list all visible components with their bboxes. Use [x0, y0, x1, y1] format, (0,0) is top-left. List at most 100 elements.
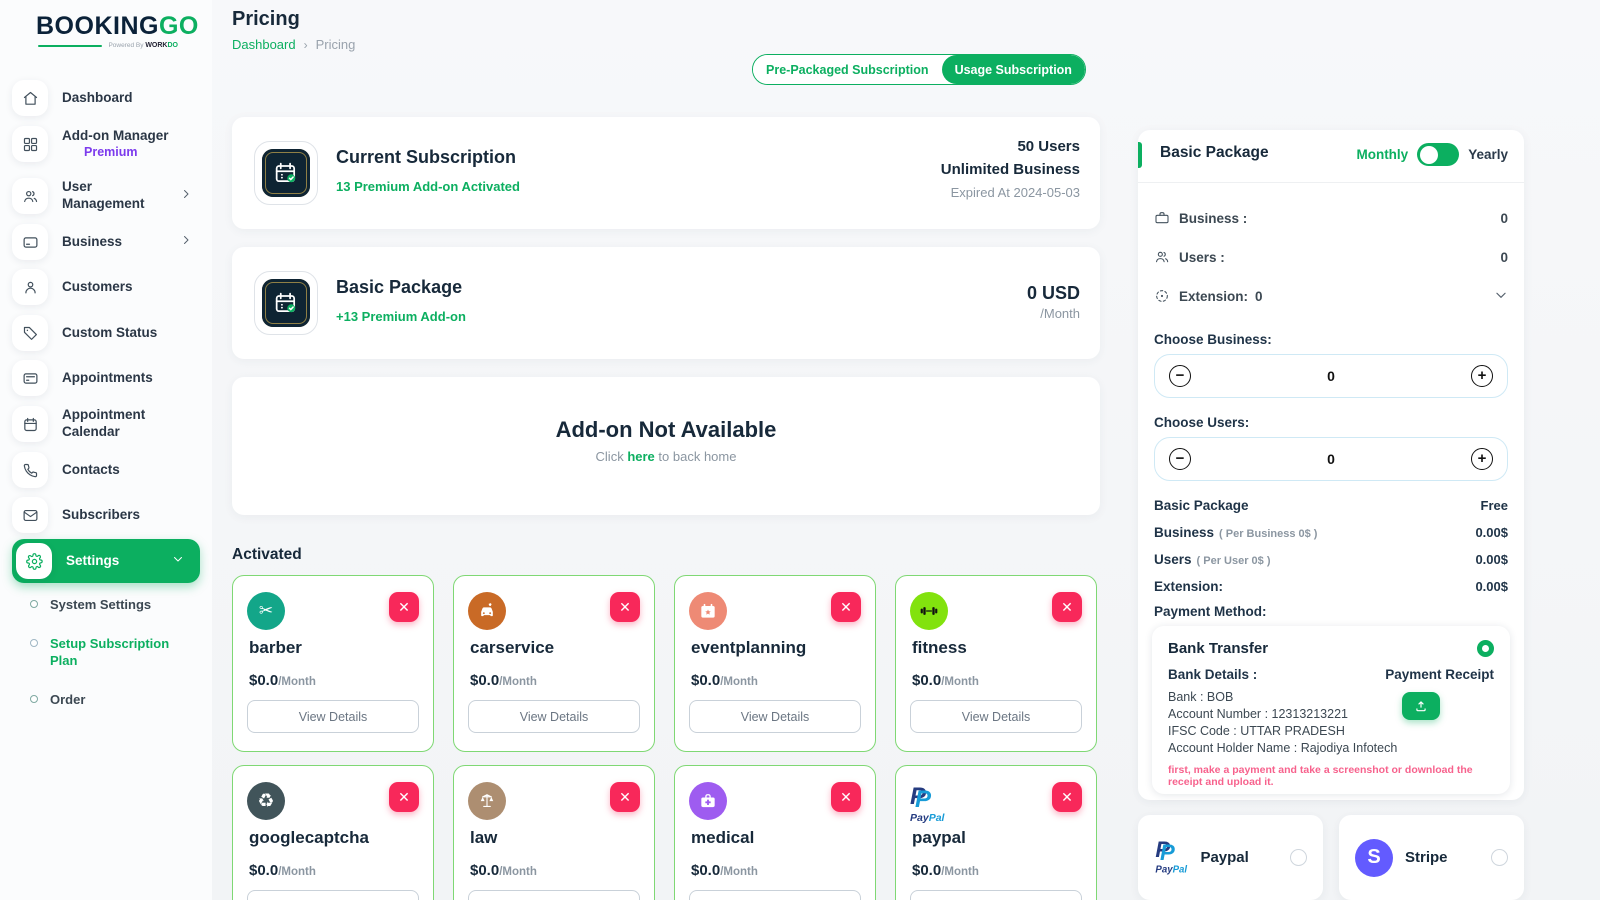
- google-captcha-icon: ♻: [247, 782, 285, 820]
- users-stepper: − 0 +: [1154, 437, 1508, 481]
- close-icon: ✕: [398, 790, 410, 804]
- minus-button[interactable]: −: [1169, 365, 1191, 387]
- remove-addon-button[interactable]: ✕: [1052, 782, 1082, 812]
- expiry-date: Expired At 2024-05-03: [941, 181, 1080, 204]
- sidebar-item-custom-status[interactable]: Custom Status: [12, 315, 200, 351]
- phone-icon: [12, 452, 48, 488]
- monthly-label: Monthly: [1356, 147, 1408, 162]
- sidebar-item-user-management[interactable]: User Management: [12, 178, 200, 214]
- bullet-icon: [30, 695, 38, 703]
- view-details-button[interactable]: View Details: [910, 700, 1082, 733]
- sidebar-item-business[interactable]: Business: [12, 224, 200, 260]
- brand-logo[interactable]: BOOKINGGO: [36, 12, 199, 41]
- extension-row[interactable]: Extension: 0: [1154, 286, 1508, 306]
- remove-addon-button[interactable]: ✕: [610, 592, 640, 622]
- view-details-button[interactable]: View Details: [910, 890, 1082, 900]
- sidebar-subitem-system-settings[interactable]: System Settings: [30, 597, 200, 614]
- addon-price: $0.0: [249, 862, 278, 879]
- toggle-knob: [1420, 146, 1438, 164]
- remove-addon-button[interactable]: ✕: [831, 782, 861, 812]
- sidebar-item-settings[interactable]: Settings: [12, 539, 200, 583]
- car-service-icon: [468, 592, 506, 630]
- tag-icon: [12, 315, 48, 351]
- event-planning-icon: [689, 592, 727, 630]
- premium-badge: Premium: [62, 145, 169, 161]
- remove-addon-button[interactable]: ✕: [389, 592, 419, 622]
- addon-period: /Month: [720, 676, 758, 688]
- sidebar-subitem-label: Setup Subscription Plan: [50, 636, 170, 670]
- sidebar-subitem-order[interactable]: Order: [30, 692, 200, 709]
- bank-details-lines: Bank : BOB Account Number : 12313213221 …: [1168, 689, 1408, 757]
- appointments-icon: [12, 360, 48, 396]
- remove-addon-button[interactable]: ✕: [831, 592, 861, 622]
- bullet-icon: [30, 600, 38, 608]
- view-details-button[interactable]: View Details: [468, 890, 640, 900]
- sidebar-item-label: Custom Status: [62, 325, 157, 342]
- users-icon: [12, 178, 48, 214]
- yearly-label: Yearly: [1468, 147, 1508, 162]
- sidebar-item-customers[interactable]: Customers: [12, 269, 200, 305]
- view-details-button[interactable]: View Details: [247, 700, 419, 733]
- close-icon: ✕: [840, 790, 852, 804]
- sidebar-item-dashboard[interactable]: Dashboard: [12, 80, 200, 116]
- paypal-radio[interactable]: [1290, 849, 1307, 866]
- payment-receipt-label: Payment Receipt: [1385, 667, 1494, 682]
- remove-addon-button[interactable]: ✕: [389, 782, 419, 812]
- bullet-icon: [30, 639, 38, 647]
- addon-name: barber: [249, 638, 302, 658]
- sidebar-subitem-setup-subscription-plan[interactable]: Setup Subscription Plan: [30, 636, 200, 670]
- breadcrumb-dashboard-link[interactable]: Dashboard: [232, 37, 296, 52]
- bank-transfer-radio[interactable]: [1477, 640, 1494, 657]
- addon-price: $0.0: [691, 862, 720, 879]
- addon-price: $0.0: [691, 672, 720, 689]
- sidebar-item-label: Subscribers: [62, 507, 140, 524]
- paypal-option-label: Paypal: [1200, 849, 1248, 866]
- tab-prepackaged-subscription[interactable]: Pre-Packaged Subscription: [753, 55, 942, 84]
- stripe-radio[interactable]: [1491, 849, 1508, 866]
- powered-brand: WORKDO: [145, 42, 178, 49]
- plus-button[interactable]: +: [1471, 448, 1493, 470]
- medical-icon: [689, 782, 727, 820]
- addon-card-eventplanning: ✕ eventplanning $0.0/Month View Details: [674, 575, 876, 752]
- billing-period-toggle[interactable]: [1417, 143, 1459, 166]
- sidebar-item-label: Appointments: [62, 370, 153, 387]
- sidebar-item-addon-manager[interactable]: Add-on ManagerPremium: [12, 126, 200, 162]
- users-count: 50 Users: [941, 135, 1080, 158]
- current-subscription-meta: 50 Users Unlimited Business Expired At 2…: [941, 135, 1080, 204]
- sidebar-item-contacts[interactable]: Contacts: [12, 452, 200, 488]
- remove-addon-button[interactable]: ✕: [1052, 592, 1082, 622]
- sidebar-item-subscribers[interactable]: Subscribers: [12, 497, 200, 533]
- sidebar-item-label: Settings: [66, 553, 119, 570]
- addon-period: /Month: [720, 866, 758, 878]
- chevron-down-icon: [172, 552, 184, 570]
- addon-name: medical: [691, 828, 754, 848]
- remove-addon-button[interactable]: ✕: [610, 782, 640, 812]
- upload-receipt-button[interactable]: [1402, 692, 1440, 720]
- close-icon: ✕: [619, 600, 631, 614]
- gear-icon: [16, 543, 52, 579]
- sidebar-subitem-label: System Settings: [50, 597, 151, 614]
- chevron-right-icon: [180, 233, 192, 251]
- minus-button[interactable]: −: [1169, 448, 1191, 470]
- billing-toggle-group: Monthly Yearly: [1356, 143, 1508, 166]
- view-details-button[interactable]: View Details: [468, 700, 640, 733]
- upload-icon: [1414, 699, 1428, 713]
- back-home-link[interactable]: here: [627, 449, 654, 464]
- paypal-option-card[interactable]: PP PayPal Paypal: [1138, 815, 1323, 900]
- package-period: /Month: [1027, 306, 1080, 321]
- view-details-button[interactable]: View Details: [247, 890, 419, 900]
- view-details-button[interactable]: View Details: [689, 700, 861, 733]
- plan-panel: Basic Package Monthly Yearly Business : …: [1138, 130, 1524, 800]
- sidebar-item-appointment-calendar[interactable]: Appointment Calendar: [12, 406, 200, 442]
- plus-button[interactable]: +: [1471, 365, 1493, 387]
- choose-users-label: Choose Users:: [1154, 415, 1249, 430]
- tab-usage-subscription[interactable]: Usage Subscription: [942, 55, 1085, 84]
- view-details-button[interactable]: View Details: [689, 890, 861, 900]
- stripe-option-card[interactable]: S Stripe: [1339, 815, 1524, 900]
- addon-period: /Month: [941, 866, 979, 878]
- barber-icon: ✂: [247, 592, 285, 630]
- brand-underline: [38, 45, 102, 47]
- sidebar-item-appointments[interactable]: Appointments: [12, 360, 200, 396]
- grid-icon: [12, 126, 48, 162]
- addon-name: carservice: [470, 638, 554, 658]
